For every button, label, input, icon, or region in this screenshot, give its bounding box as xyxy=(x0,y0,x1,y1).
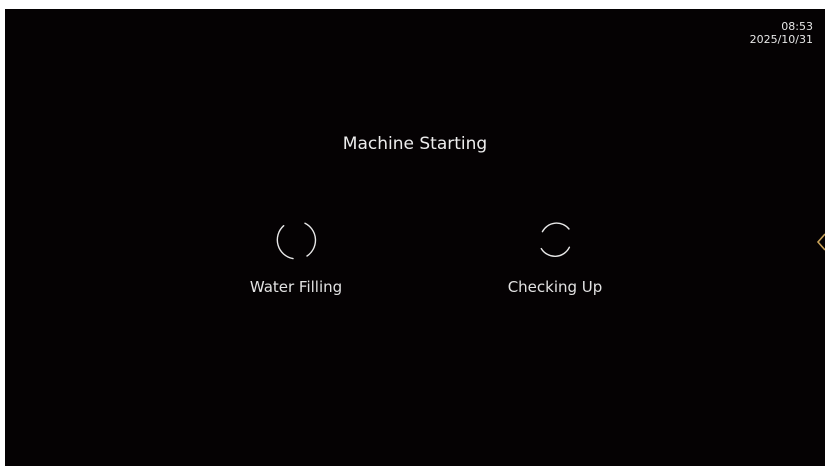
page-title: Machine Starting xyxy=(342,134,488,154)
clock-date: 2025/10/31 xyxy=(749,33,813,46)
loading-spinner-icon xyxy=(540,222,571,257)
clock: 08:53 2025/10/31 xyxy=(750,20,813,46)
step-label-checking-up: Checking Up xyxy=(507,278,603,296)
step-checking-up: Checking Up xyxy=(485,217,625,297)
loading-spinner-icon xyxy=(276,222,317,260)
step-water-filling: Water Filling xyxy=(226,217,366,297)
startup-screen: 08:53 2025/10/31 Machine Starting Water … xyxy=(5,9,825,466)
step-label-water-filling: Water Filling xyxy=(249,278,343,296)
side-panel-arrow-icon[interactable] xyxy=(815,231,825,253)
clock-time: 08:53 xyxy=(781,20,813,33)
